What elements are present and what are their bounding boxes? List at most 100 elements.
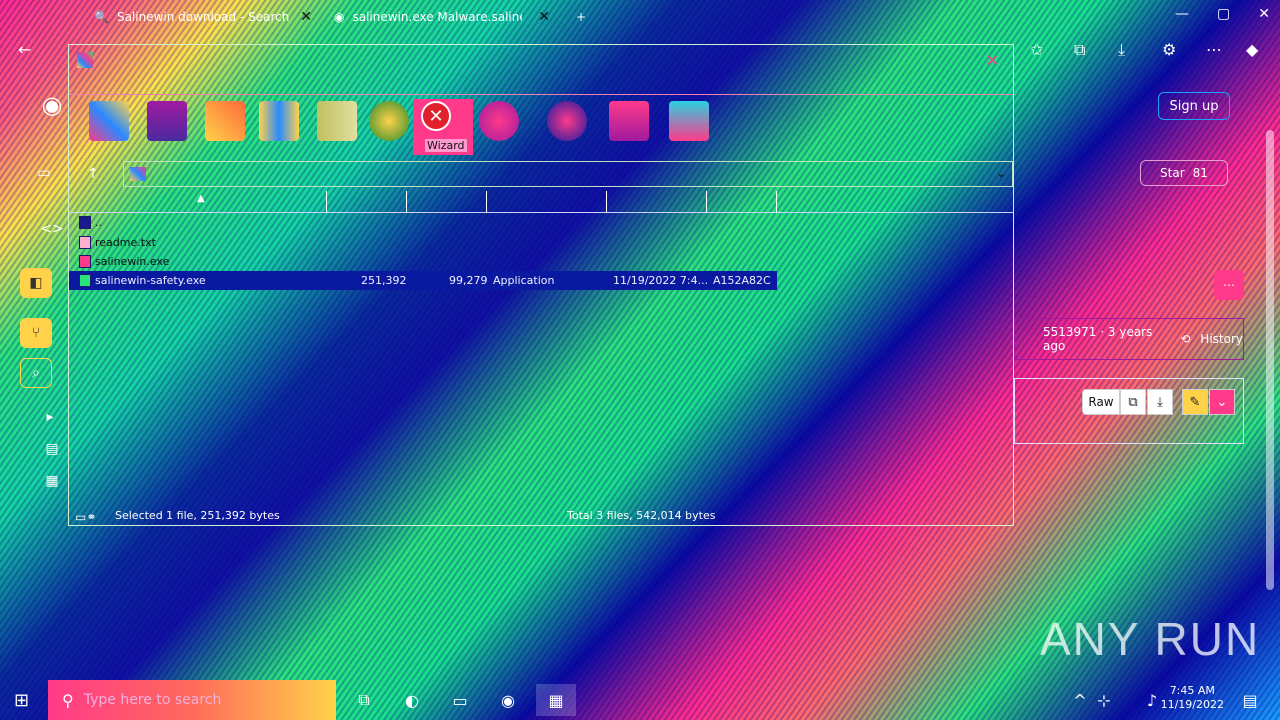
file-list-header: ▲ xyxy=(69,191,1013,213)
minimize-icon[interactable]: — xyxy=(1175,6,1189,22)
close-icon[interactable]: ✕ xyxy=(300,9,312,25)
list-item[interactable]: readme.txt xyxy=(69,233,777,252)
tab-title: salinewin.exe Malware.salinewin xyxy=(352,10,522,24)
chevron-down-icon[interactable]: ⌄ xyxy=(1209,389,1235,415)
plus-icon: + xyxy=(576,10,587,24)
sfx-icon[interactable] xyxy=(669,101,709,141)
up-arrow-icon[interactable]: ↑ xyxy=(83,164,103,184)
clock-date: 11/19/2022 xyxy=(1160,698,1224,711)
winrar-logo-icon xyxy=(77,52,93,68)
address-bar: ↑ ⌄ xyxy=(75,161,1013,187)
file-type: Application xyxy=(493,274,555,287)
tab-title: Salinewin download - Search xyxy=(116,10,290,24)
downloads-icon[interactable]: ⤓ xyxy=(1118,40,1125,60)
text-file-icon xyxy=(79,236,91,249)
taskbar: ⊞ ⚲ Type here to search ⧉ ◐ ▭ ◉ ▦ ^ ⊹ ♪ … xyxy=(0,680,1280,720)
history-icon: ⟲ xyxy=(1180,332,1191,346)
page-scrollbar[interactable] xyxy=(1262,70,1278,676)
view-icon[interactable] xyxy=(259,101,299,141)
list-item-selected[interactable]: salinewin-safety.exe 251,392 99,279 Appl… xyxy=(69,271,777,290)
file-name: .. xyxy=(95,216,102,229)
star-button[interactable]: Star 81 xyxy=(1140,160,1228,186)
stop-icon: ✕ xyxy=(421,101,451,131)
edge-icon[interactable]: ◐ xyxy=(392,684,432,716)
column-packed[interactable] xyxy=(407,191,487,213)
drive-icon: ▭⚭ xyxy=(75,510,97,524)
column-modified[interactable] xyxy=(607,191,707,213)
winrar-taskbar-icon[interactable]: ▦ xyxy=(536,684,576,716)
file-name: readme.txt xyxy=(95,236,156,249)
favorites-icon[interactable]: ✩ xyxy=(1030,40,1043,59)
file-explorer-icon[interactable]: ▭ xyxy=(440,684,480,716)
exe-file-icon xyxy=(79,255,91,268)
chevron-down-icon[interactable]: ⌄ xyxy=(996,166,1006,180)
firefox-icon[interactable]: ◉ xyxy=(488,684,528,716)
github-icon: ◉ xyxy=(334,10,345,24)
browser-tabbar: 🔍 Salinewin download - Search ✕ ◉ saline… xyxy=(0,0,1280,34)
file-name: salinewin.exe xyxy=(95,255,170,268)
copy-icon[interactable]: ⧉ xyxy=(1120,389,1146,415)
status-bar: ▭⚭ Selected 1 file, 251,392 bytes Total … xyxy=(69,505,1013,527)
comment-icon[interactable] xyxy=(609,101,649,141)
column-crc[interactable] xyxy=(707,191,777,213)
back-icon[interactable]: ← xyxy=(18,40,31,59)
collections-icon[interactable]: ⧉ xyxy=(1074,40,1085,60)
archive-icon xyxy=(130,167,146,181)
star-label: Star xyxy=(1160,166,1185,180)
winrar-menubar xyxy=(69,75,1013,95)
add-icon[interactable] xyxy=(89,101,129,141)
list-item[interactable]: salinewin.exe xyxy=(69,252,777,271)
windows-start-icon[interactable]: ⊞ xyxy=(14,690,29,711)
test-icon[interactable] xyxy=(205,101,245,141)
wizard-tooltip: Wizard xyxy=(425,139,467,152)
taskbar-search[interactable]: ⚲ Type here to search xyxy=(48,680,336,720)
anyrun-watermark: ANY RUN xyxy=(1040,613,1261,665)
branch-icon[interactable]: ⑂ xyxy=(20,318,52,348)
column-type[interactable] xyxy=(487,191,607,213)
info-icon[interactable] xyxy=(479,101,519,141)
scrollbar-thumb[interactable] xyxy=(1266,130,1274,590)
github-logo-icon[interactable]: ◉ xyxy=(36,90,68,120)
file-size: 251,392 xyxy=(361,274,407,287)
parent-folder-icon xyxy=(79,216,91,229)
extract-to-icon[interactable] xyxy=(147,101,187,141)
winrar-window: ✕ ✕ Wizard ↑ ⌄ ▲ .. readme.txt salinewin… xyxy=(68,44,1014,526)
winrar-titlebar: ✕ xyxy=(69,45,1013,75)
extensions-icon[interactable]: ⚙ xyxy=(1162,40,1176,59)
file-selected-icon: ▦ xyxy=(45,473,59,489)
signup-button[interactable]: Sign up xyxy=(1158,92,1230,120)
winrar-toolbar xyxy=(75,97,1005,157)
virus-scan-icon[interactable] xyxy=(547,101,587,141)
history-link[interactable]: History xyxy=(1200,332,1243,346)
task-view-icon[interactable]: ⧉ xyxy=(344,684,384,716)
list-item[interactable]: .. xyxy=(69,213,777,232)
network-icon[interactable]: ⊹ xyxy=(1084,684,1124,716)
file-list: .. readme.txt salinewin.exe salinewin-sa… xyxy=(69,213,1013,501)
close-icon[interactable]: ✕ xyxy=(538,9,550,25)
code-icon[interactable]: <> xyxy=(36,214,68,244)
tab-github[interactable]: ◉ salinewin.exe Malware.salinewin ✕ xyxy=(324,2,560,32)
sidebar-toggle-icon[interactable]: ◧ xyxy=(20,268,52,298)
more-options-button[interactable]: ⋯ xyxy=(1214,270,1244,300)
new-tab-button[interactable]: + xyxy=(566,2,590,32)
search-icon[interactable]: ⌕ xyxy=(20,358,52,388)
more-icon[interactable]: ⋯ xyxy=(1206,40,1222,59)
notifications-icon[interactable]: ▤ xyxy=(1230,684,1270,716)
close-window-icon[interactable]: ✕ xyxy=(1258,6,1270,22)
folder-icon: ▸ xyxy=(46,409,54,425)
clock[interactable]: 7:45 AM 11/19/2022 xyxy=(1161,684,1224,712)
maximize-icon[interactable]: ▢ xyxy=(1217,6,1230,22)
tab-search[interactable]: 🔍 Salinewin download - Search ✕ xyxy=(84,2,322,32)
find-icon[interactable] xyxy=(369,101,409,141)
copilot-icon[interactable]: ◆ xyxy=(1246,40,1258,59)
file-packed: 99,279 xyxy=(449,274,488,287)
edit-icon[interactable]: ✎ xyxy=(1182,389,1208,415)
window-controls: — ▢ ✕ xyxy=(1175,6,1270,22)
path-field[interactable]: ⌄ xyxy=(123,161,1013,187)
raw-button[interactable]: Raw xyxy=(1082,389,1120,415)
close-icon[interactable]: ✕ xyxy=(986,51,999,70)
column-size[interactable] xyxy=(327,191,407,213)
commit-info: 5513971 · 3 years ago xyxy=(1043,325,1153,353)
delete-icon[interactable] xyxy=(317,101,357,141)
download-icon[interactable]: ⤓ xyxy=(1147,389,1173,415)
